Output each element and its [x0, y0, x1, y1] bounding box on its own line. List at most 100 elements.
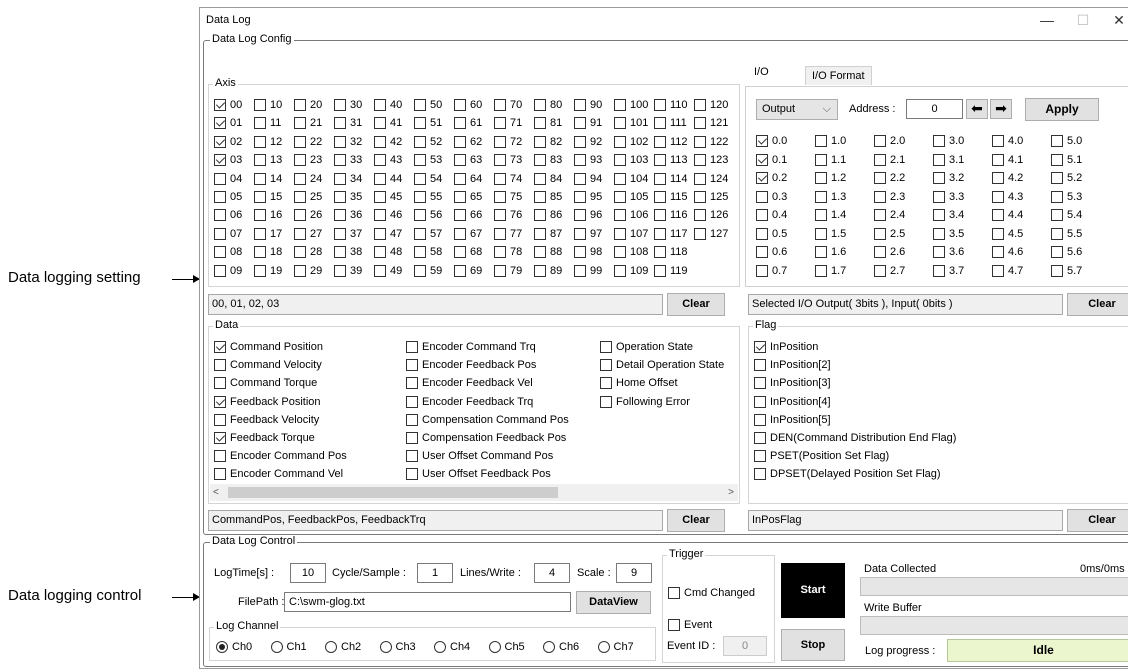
io-mode-select[interactable]: Output ⌵ — [756, 99, 838, 120]
address-input[interactable]: 0 — [906, 99, 963, 119]
channel-radio-ch6[interactable]: Ch6 — [543, 641, 579, 653]
axis-checkbox[interactable]: 65 — [454, 190, 482, 204]
axis-checkbox[interactable]: 98 — [574, 245, 602, 259]
flag-checkbox[interactable]: InPosition[5] — [754, 413, 831, 427]
axis-checkbox[interactable]: 04 — [214, 172, 242, 186]
data-field-checkbox[interactable]: Following Error — [600, 395, 690, 409]
axis-checkbox[interactable]: 92 — [574, 135, 602, 149]
axis-checkbox[interactable]: 29 — [294, 264, 322, 278]
axis-checkbox[interactable]: 64 — [454, 172, 482, 186]
axis-checkbox[interactable]: 72 — [494, 135, 522, 149]
axis-checkbox[interactable]: 35 — [334, 190, 362, 204]
flag-checkbox[interactable]: InPosition[4] — [754, 395, 831, 409]
axis-checkbox[interactable]: 59 — [414, 264, 442, 278]
axis-checkbox[interactable]: 53 — [414, 153, 442, 167]
axis-checkbox[interactable]: 46 — [374, 208, 402, 222]
filepath-input[interactable]: C:\swm-glog.txt — [284, 592, 571, 612]
axis-checkbox[interactable]: 111 — [654, 116, 687, 130]
apply-button[interactable]: Apply — [1025, 98, 1099, 121]
io-bit-checkbox[interactable]: 5.1 — [1051, 153, 1082, 167]
flag-checkbox[interactable]: InPosition[3] — [754, 376, 831, 390]
axis-checkbox[interactable]: 13 — [254, 153, 282, 167]
io-bit-checkbox[interactable]: 0.1 — [756, 153, 787, 167]
flag-checkbox[interactable]: InPosition[2] — [754, 358, 831, 372]
axis-checkbox[interactable]: 33 — [334, 153, 362, 167]
io-bit-checkbox[interactable]: 1.5 — [815, 227, 846, 241]
data-field-checkbox[interactable]: Encoder Feedback Trq — [406, 395, 533, 409]
io-bit-checkbox[interactable]: 3.1 — [933, 153, 964, 167]
axis-checkbox[interactable]: 86 — [534, 208, 562, 222]
io-bit-checkbox[interactable]: 2.6 — [874, 245, 905, 259]
axis-checkbox[interactable]: 49 — [374, 264, 402, 278]
io-bit-checkbox[interactable]: 3.6 — [933, 245, 964, 259]
axis-checkbox[interactable]: 45 — [374, 190, 402, 204]
axis-checkbox[interactable]: 51 — [414, 116, 442, 130]
axis-checkbox[interactable]: 62 — [454, 135, 482, 149]
axis-checkbox[interactable]: 112 — [654, 135, 688, 149]
axis-checkbox[interactable]: 22 — [294, 135, 322, 149]
start-button[interactable]: Start — [781, 563, 845, 618]
axis-checkbox[interactable]: 14 — [254, 172, 282, 186]
axis-checkbox[interactable]: 91 — [574, 116, 602, 130]
axis-checkbox[interactable]: 66 — [454, 208, 482, 222]
axis-checkbox[interactable]: 32 — [334, 135, 362, 149]
maximize-button[interactable]: ☐ — [1065, 8, 1101, 32]
io-bit-checkbox[interactable]: 3.4 — [933, 208, 964, 222]
io-bit-checkbox[interactable]: 0.7 — [756, 264, 787, 278]
axis-checkbox[interactable]: 90 — [574, 98, 602, 112]
data-field-checkbox[interactable]: Feedback Torque — [214, 431, 315, 445]
event-checkbox[interactable]: Event — [668, 618, 712, 632]
data-field-checkbox[interactable]: Feedback Position — [214, 395, 321, 409]
axis-checkbox[interactable]: 52 — [414, 135, 442, 149]
axis-checkbox[interactable]: 26 — [294, 208, 322, 222]
io-bit-checkbox[interactable]: 4.3 — [992, 190, 1023, 204]
axis-checkbox[interactable]: 21 — [294, 116, 322, 130]
axis-checkbox[interactable]: 30 — [334, 98, 362, 112]
io-bit-checkbox[interactable]: 1.2 — [815, 171, 846, 185]
axis-checkbox[interactable]: 95 — [574, 190, 602, 204]
axis-checkbox[interactable]: 94 — [574, 172, 602, 186]
axis-checkbox[interactable]: 38 — [334, 245, 362, 259]
axis-checkbox[interactable]: 125 — [694, 190, 728, 204]
axis-checkbox[interactable]: 100 — [614, 98, 648, 112]
axis-checkbox[interactable]: 16 — [254, 208, 282, 222]
axis-checkbox[interactable]: 80 — [534, 98, 562, 112]
arrow-left-icon[interactable]: ⬅ — [966, 99, 988, 119]
axis-checkbox[interactable]: 75 — [494, 190, 522, 204]
channel-radio-ch3[interactable]: Ch3 — [379, 641, 416, 653]
axis-checkbox[interactable]: 01 — [214, 116, 242, 130]
axis-checkbox[interactable]: 106 — [614, 208, 648, 222]
io-bit-checkbox[interactable]: 1.7 — [815, 264, 846, 278]
axis-checkbox[interactable]: 88 — [534, 245, 562, 259]
cmd-changed-checkbox[interactable]: Cmd Changed — [668, 586, 755, 600]
axis-checkbox[interactable]: 28 — [294, 245, 322, 259]
io-bit-checkbox[interactable]: 2.4 — [874, 208, 905, 222]
axis-checkbox[interactable]: 122 — [694, 135, 728, 149]
axis-checkbox[interactable]: 39 — [334, 264, 362, 278]
axis-checkbox[interactable]: 89 — [534, 264, 562, 278]
io-bit-checkbox[interactable]: 4.0 — [992, 134, 1023, 148]
axis-checkbox[interactable]: 03 — [214, 153, 242, 167]
axis-checkbox[interactable]: 101 — [614, 116, 648, 130]
axis-checkbox[interactable]: 34 — [334, 172, 362, 186]
axis-checkbox[interactable]: 40 — [374, 98, 402, 112]
io-bit-checkbox[interactable]: 3.5 — [933, 227, 964, 241]
scale-input[interactable]: 9 — [616, 563, 652, 583]
channel-radio-ch0[interactable]: Ch0 — [216, 641, 252, 653]
axis-checkbox[interactable]: 44 — [374, 172, 402, 186]
tab-io-format[interactable]: I/O Format — [805, 66, 872, 85]
flag-checkbox[interactable]: DEN(Command Distribution End Flag) — [754, 431, 956, 445]
data-field-checkbox[interactable]: Encoder Command Pos — [214, 449, 347, 463]
channel-radio-ch7[interactable]: Ch7 — [597, 641, 634, 653]
tab-io[interactable]: I/O — [748, 62, 775, 82]
axis-checkbox[interactable]: 41 — [374, 116, 402, 130]
axis-checkbox[interactable]: 97 — [574, 227, 602, 241]
io-bit-checkbox[interactable]: 1.3 — [815, 190, 846, 204]
axis-checkbox[interactable]: 110 — [654, 98, 688, 112]
axis-checkbox[interactable]: 43 — [374, 153, 402, 167]
io-bit-checkbox[interactable]: 1.0 — [815, 134, 846, 148]
axis-checkbox[interactable]: 63 — [454, 153, 482, 167]
flag-checkbox[interactable]: PSET(Position Set Flag) — [754, 449, 889, 463]
axis-checkbox[interactable]: 108 — [614, 245, 648, 259]
axis-checkbox[interactable]: 109 — [614, 264, 648, 278]
